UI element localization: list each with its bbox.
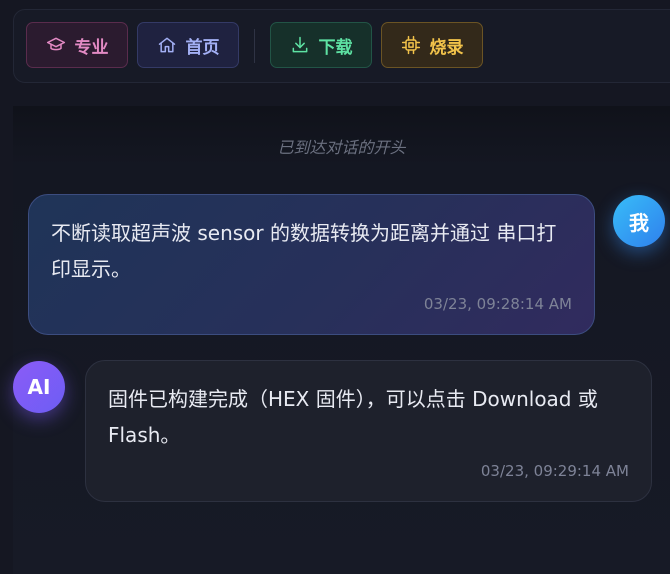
chat-area[interactable]: 已到达对话的开头 不断读取超声波 sensor 的数据转换为距离并通过 串口打印… — [13, 106, 670, 574]
ai-message-timestamp: 03/23, 09:29:14 AM — [480, 462, 629, 480]
pro-button[interactable]: 专业 — [26, 22, 128, 68]
ai-avatar: AI — [13, 361, 65, 413]
graduation-cap-icon — [46, 37, 65, 51]
user-message-timestamp: 03/23, 09:28:14 AM — [423, 295, 572, 313]
toolbar-divider — [254, 29, 255, 63]
user-message-bubble: 不断读取超声波 sensor 的数据转换为距离并通过 串口打印显示。 03/23… — [28, 194, 595, 335]
download-icon — [292, 36, 307, 53]
flash-button[interactable]: 烧录 — [381, 22, 483, 68]
ai-message-text: 固件已构建完成（HEX 固件），可以点击 Download 或 Flash。 — [108, 387, 598, 447]
pro-button-label: 专业 — [74, 37, 109, 58]
chat-start-notice: 已到达对话的开头 — [277, 138, 406, 157]
flash-button-label: 烧录 — [429, 37, 464, 58]
chip-icon — [401, 35, 420, 55]
home-button-label: 首页 — [185, 37, 220, 58]
user-avatar: 我 — [613, 195, 665, 247]
download-button[interactable]: 下载 — [270, 22, 372, 68]
home-icon — [158, 37, 175, 53]
user-message-text: 不断读取超声波 sensor 的数据转换为距离并通过 串口打印显示。 — [51, 221, 557, 281]
download-button-label: 下载 — [318, 37, 353, 58]
chat-page: 专业 首页 下载 烧录 已到达对话的开头 不断读取超声波 sensor 的数据转… — [0, 0, 670, 574]
ai-message-bubble: 固件已构建完成（HEX 固件），可以点击 Download 或 Flash。 0… — [85, 360, 652, 502]
toolbar: 专业 首页 下载 烧录 — [13, 9, 670, 83]
home-button[interactable]: 首页 — [137, 22, 239, 68]
